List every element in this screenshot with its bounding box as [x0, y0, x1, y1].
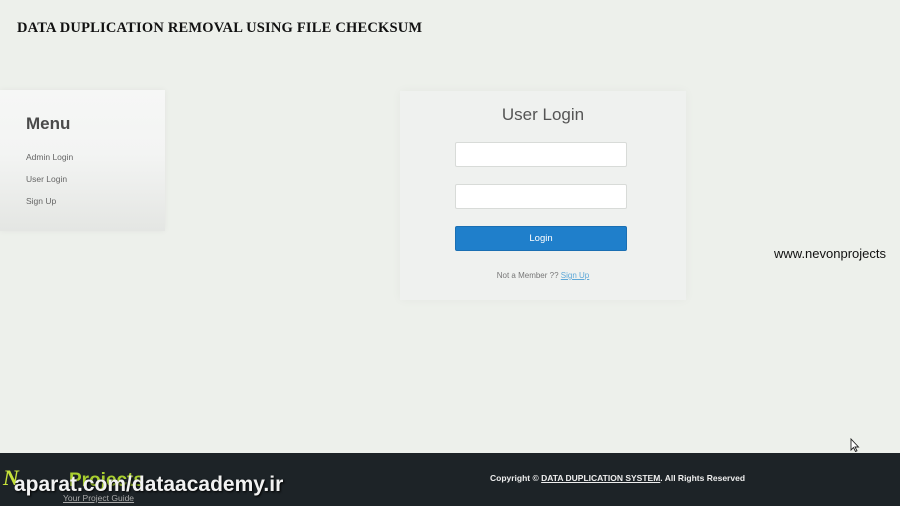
login-panel: User Login Login Not a Member ?? Sign Up	[400, 91, 686, 300]
sidebar-menu: Menu Admin Login User Login Sign Up	[0, 90, 165, 231]
watermark-url: www.nevonprojects	[774, 246, 886, 261]
username-input[interactable]	[455, 142, 627, 167]
signup-link[interactable]: Sign Up	[561, 271, 589, 280]
menu-title: Menu	[26, 114, 71, 133]
copyright-prefix: Copyright ©	[490, 473, 539, 483]
copyright-link[interactable]: DATA DUPLICATION SYSTEM	[541, 473, 660, 483]
menu-item-admin-login[interactable]: Admin Login	[26, 152, 73, 162]
menu-item-sign-up[interactable]: Sign Up	[26, 196, 56, 206]
copyright-text: Copyright © DATA DUPLICATION SYSTEM. All…	[490, 473, 745, 483]
copyright-suffix: . All Rights Reserved	[660, 473, 746, 483]
app-title: DATA DUPLICATION REMOVAL USING FILE CHEC…	[17, 20, 423, 36]
login-title: User Login	[501, 105, 585, 124]
footer: N Projects Your Project Guide aparat.com…	[0, 453, 900, 506]
password-input[interactable]	[455, 184, 627, 209]
mouse-cursor-icon	[850, 438, 860, 452]
member-text: Not a Member ??	[496, 271, 559, 280]
signup-prompt: Not a Member ?? Sign Up	[400, 271, 686, 280]
aparat-watermark: aparat.com/dataacademy.ir	[14, 473, 284, 496]
login-button[interactable]: Login	[455, 226, 627, 251]
menu-item-user-login[interactable]: User Login	[26, 174, 67, 184]
